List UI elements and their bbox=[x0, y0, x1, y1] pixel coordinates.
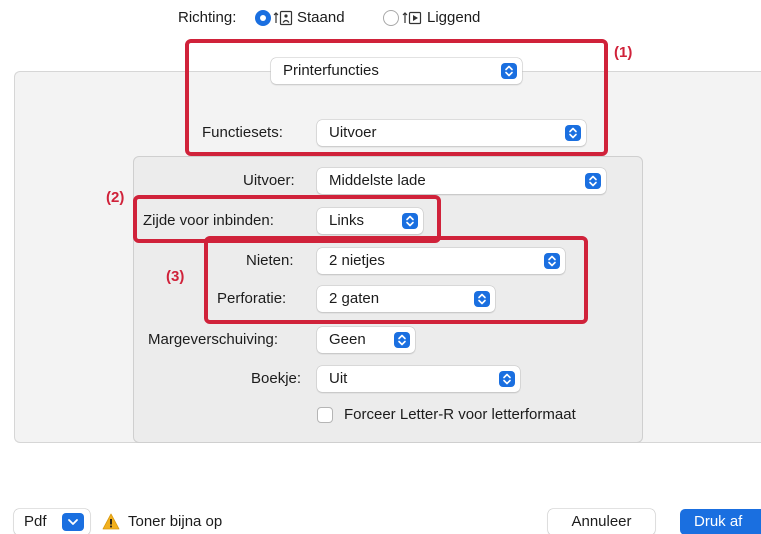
output-popup[interactable]: Middelste lade bbox=[317, 168, 606, 194]
margin-shift-label: Margeverschuiving: bbox=[148, 331, 279, 348]
portrait-orientation-icon bbox=[273, 10, 293, 26]
cancel-label: Annuleer bbox=[571, 513, 632, 530]
output-value: Middelste lade bbox=[329, 172, 426, 189]
callout-label-3: (3) bbox=[166, 268, 185, 285]
margin-shift-popup[interactable]: Geen bbox=[317, 327, 415, 353]
warning-icon bbox=[102, 513, 120, 530]
cancel-button[interactable]: Annuleer bbox=[548, 509, 655, 534]
callout-label-2: (2) bbox=[106, 189, 125, 206]
print-label: Druk af bbox=[694, 513, 743, 530]
portrait-radio[interactable] bbox=[255, 10, 271, 26]
orientation-row: Richting: Staand Liggend bbox=[0, 0, 761, 36]
booklet-label: Boekje: bbox=[251, 370, 302, 387]
orientation-label: Richting: bbox=[178, 9, 237, 26]
force-letter-r-label[interactable]: Forceer Letter-R voor letterformaat bbox=[344, 406, 576, 424]
highlight-box-1 bbox=[185, 39, 608, 156]
chevron-updown-icon bbox=[585, 173, 601, 189]
landscape-radio[interactable] bbox=[383, 10, 399, 26]
toner-warning-text: Toner bijna op bbox=[128, 513, 223, 530]
booklet-popup[interactable]: Uit bbox=[317, 366, 520, 392]
landscape-orientation-icon bbox=[402, 11, 422, 25]
output-label: Uitvoer: bbox=[243, 172, 295, 189]
chevron-updown-icon bbox=[394, 332, 410, 348]
pdf-label: Pdf bbox=[24, 513, 47, 530]
callout-label-1: (1) bbox=[614, 44, 633, 61]
margin-shift-value: Geen bbox=[329, 331, 366, 348]
pdf-button[interactable]: Pdf bbox=[14, 509, 90, 534]
booklet-value: Uit bbox=[329, 370, 348, 387]
chevron-updown-icon bbox=[499, 371, 515, 387]
print-button[interactable]: Druk af bbox=[680, 509, 761, 534]
portrait-label[interactable]: Staand bbox=[297, 9, 345, 27]
landscape-label[interactable]: Liggend bbox=[427, 9, 480, 27]
chevron-down-icon bbox=[62, 513, 84, 531]
highlight-box-3 bbox=[204, 236, 588, 324]
force-letter-r-checkbox[interactable] bbox=[317, 407, 333, 423]
